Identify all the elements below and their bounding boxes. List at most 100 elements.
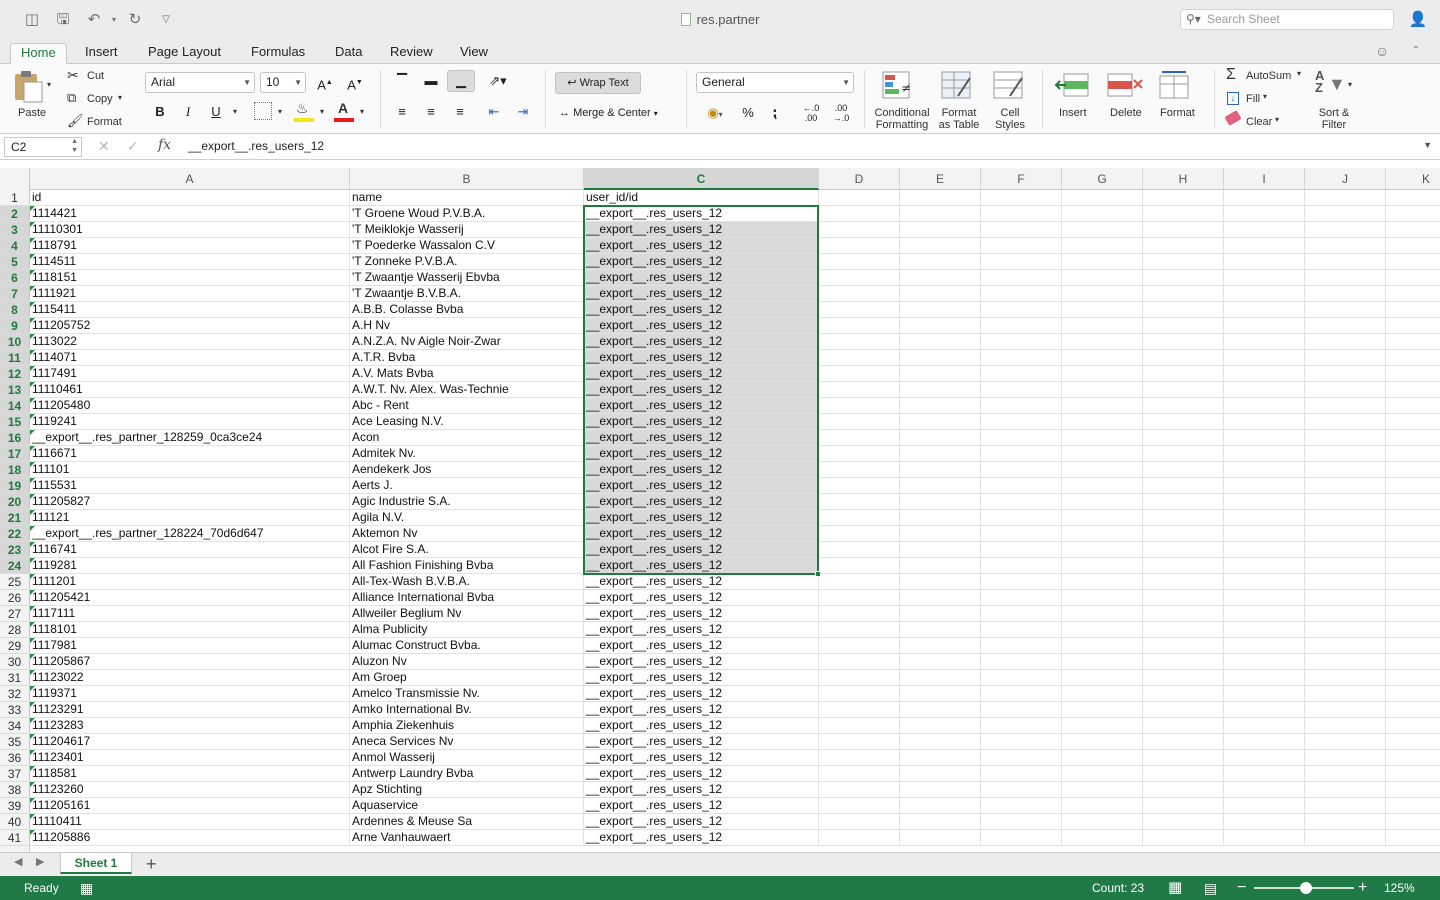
row-header[interactable]: 6 — [0, 270, 30, 286]
insert-function-icon[interactable]: fx — [158, 137, 171, 153]
empty-cell[interactable] — [900, 574, 981, 590]
empty-cell[interactable] — [1305, 382, 1386, 398]
empty-cell[interactable] — [1224, 750, 1305, 766]
cell-b-3[interactable]: 'T Meiklokje Wasserij — [350, 222, 584, 238]
empty-cell[interactable] — [1224, 206, 1305, 222]
empty-cell[interactable] — [1143, 462, 1224, 478]
cell-b-32[interactable]: Amelco Transmissie Nv. — [350, 686, 584, 702]
fill-color-bucket-icon[interactable]: ♨ — [296, 100, 309, 117]
empty-cell[interactable] — [819, 446, 900, 462]
cell-c-25[interactable]: __export__.res_users_12 — [584, 574, 819, 590]
row-header[interactable]: 33 — [0, 702, 30, 718]
row-header[interactable]: 24 — [0, 558, 30, 574]
empty-cell[interactable] — [1062, 190, 1143, 206]
cell-b-27[interactable]: Allweiler Beglium Nv — [350, 606, 584, 622]
cell-c-4[interactable]: __export__.res_users_12 — [584, 238, 819, 254]
empty-cell[interactable] — [819, 270, 900, 286]
empty-cell[interactable] — [1305, 526, 1386, 542]
tab-home[interactable]: Home — [10, 43, 67, 65]
empty-cell[interactable] — [981, 654, 1062, 670]
empty-cell[interactable] — [981, 286, 1062, 302]
empty-cell[interactable] — [1386, 302, 1440, 318]
underline-button[interactable]: U — [204, 101, 228, 123]
empty-cell[interactable] — [819, 542, 900, 558]
empty-cell[interactable] — [981, 766, 1062, 782]
empty-cell[interactable] — [981, 430, 1062, 446]
cell-c-19[interactable]: __export__.res_users_12 — [584, 478, 819, 494]
empty-cell[interactable] — [900, 718, 981, 734]
empty-cell[interactable] — [1224, 318, 1305, 334]
empty-cell[interactable] — [1224, 430, 1305, 446]
empty-cell[interactable] — [819, 606, 900, 622]
empty-cell[interactable] — [1305, 254, 1386, 270]
cell-c-29[interactable]: __export__.res_users_12 — [584, 638, 819, 654]
row-header[interactable]: 18 — [0, 462, 30, 478]
row-header[interactable]: 7 — [0, 286, 30, 302]
cell-a-34[interactable]: 11123283 — [30, 718, 350, 734]
row-header[interactable]: 36 — [0, 750, 30, 766]
cell-c-16[interactable]: __export__.res_users_12 — [584, 430, 819, 446]
empty-cell[interactable] — [1305, 686, 1386, 702]
cell-a-41[interactable]: 111205886 — [30, 830, 350, 846]
empty-cell[interactable] — [1305, 238, 1386, 254]
cell-a-37[interactable]: 1118581 — [30, 766, 350, 782]
empty-cell[interactable] — [1224, 670, 1305, 686]
empty-cell[interactable] — [1386, 366, 1440, 382]
row-header[interactable]: 35 — [0, 734, 30, 750]
zoom-out-icon[interactable]: − — [1237, 876, 1246, 900]
empty-cell[interactable] — [1224, 366, 1305, 382]
empty-cell[interactable] — [1224, 238, 1305, 254]
empty-cell[interactable] — [981, 718, 1062, 734]
empty-cell[interactable] — [1305, 750, 1386, 766]
empty-cell[interactable] — [1305, 654, 1386, 670]
row-header[interactable]: 25 — [0, 574, 30, 590]
empty-cell[interactable] — [1143, 286, 1224, 302]
column-header-j[interactable]: J — [1305, 168, 1386, 190]
name-box[interactable]: C2 ▲ ▼ — [4, 137, 82, 157]
empty-cell[interactable] — [819, 734, 900, 750]
empty-cell[interactable] — [981, 478, 1062, 494]
cell-a-13[interactable]: 11110461 — [30, 382, 350, 398]
empty-cell[interactable] — [1305, 542, 1386, 558]
empty-cell[interactable] — [1386, 206, 1440, 222]
funnel-icon[interactable]: ▼ — [1328, 74, 1346, 95]
empty-cell[interactable] — [819, 494, 900, 510]
cell-a-6[interactable]: 1118151 — [30, 270, 350, 286]
empty-cell[interactable] — [1062, 302, 1143, 318]
cell-a-5[interactable]: 1114511 — [30, 254, 350, 270]
empty-cell[interactable] — [981, 830, 1062, 846]
empty-cell[interactable] — [900, 798, 981, 814]
cell-c-35[interactable]: __export__.res_users_12 — [584, 734, 819, 750]
empty-cell[interactable] — [1386, 254, 1440, 270]
empty-cell[interactable] — [819, 414, 900, 430]
empty-cell[interactable] — [900, 446, 981, 462]
cell-a-16[interactable]: __export__.res_partner_128259_0ca3ce24 — [30, 430, 350, 446]
cut-button[interactable]: Cut — [87, 70, 104, 82]
empty-cell[interactable] — [1062, 782, 1143, 798]
empty-cell[interactable] — [1386, 190, 1440, 206]
empty-cell[interactable] — [1143, 398, 1224, 414]
empty-cell[interactable] — [1305, 830, 1386, 846]
empty-cell[interactable] — [900, 702, 981, 718]
increase-font-size-icon[interactable]: A▲ — [312, 72, 338, 94]
cell-c-27[interactable]: __export__.res_users_12 — [584, 606, 819, 622]
empty-cell[interactable] — [1305, 478, 1386, 494]
empty-cell[interactable] — [1062, 478, 1143, 494]
empty-cell[interactable] — [900, 734, 981, 750]
expand-formula-bar-icon[interactable]: ▼ — [1423, 140, 1432, 150]
cell-b-13[interactable]: A.W.T. Nv. Alex. Was-Technie — [350, 382, 584, 398]
copy-icon[interactable]: ⧉ — [67, 90, 76, 106]
borders-dropdown-icon[interactable]: ▾ — [278, 107, 282, 116]
empty-cell[interactable] — [1386, 718, 1440, 734]
empty-cell[interactable] — [1143, 558, 1224, 574]
empty-cell[interactable] — [1062, 494, 1143, 510]
empty-cell[interactable] — [1386, 702, 1440, 718]
empty-cell[interactable] — [900, 222, 981, 238]
paste-icon[interactable] — [12, 70, 46, 104]
empty-cell[interactable] — [1143, 638, 1224, 654]
empty-cell[interactable] — [1062, 366, 1143, 382]
empty-cell[interactable] — [1224, 766, 1305, 782]
empty-cell[interactable] — [981, 670, 1062, 686]
empty-cell[interactable] — [1143, 206, 1224, 222]
scissors-icon[interactable]: ✂ — [67, 67, 79, 84]
